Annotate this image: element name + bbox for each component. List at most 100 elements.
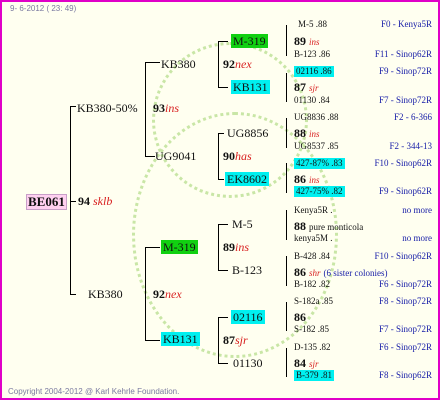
year: 92 xyxy=(223,57,235,71)
dam-id[interactable]: KB380 xyxy=(88,287,123,301)
gen4-race: F8 - Sinop62R xyxy=(378,370,432,380)
gen4-race: F2 - 344-13 xyxy=(389,141,433,151)
dam-dam-id[interactable]: KB131 xyxy=(161,332,200,346)
sire-id[interactable]: KB380-50% xyxy=(77,101,138,115)
sire-dam-sire-id[interactable]: UG8856 xyxy=(227,126,268,140)
tree-line xyxy=(145,156,155,157)
tag: shr xyxy=(309,268,321,278)
tree-line xyxy=(218,317,228,318)
tree-line xyxy=(70,106,76,107)
gen4-animal[interactable]: B-379 .81 xyxy=(294,370,334,381)
gen4-animal[interactable]: UG8537 .85 xyxy=(294,141,339,152)
gen4-animal[interactable]: B-428 .84 xyxy=(294,251,330,262)
tag: has xyxy=(235,149,252,163)
year: 86 xyxy=(294,265,306,279)
tree-line xyxy=(286,256,287,286)
tag: pure monticola xyxy=(309,222,364,232)
gen4-race: F10 - Sinop62R xyxy=(374,158,432,168)
dam-info: 92nex xyxy=(153,287,182,301)
header-date: 9- 6-2012 ( 23: 49) xyxy=(10,4,77,13)
sire-sire-dam-id[interactable]: KB131 xyxy=(231,80,270,94)
gen4-animal[interactable]: kenya5M . xyxy=(294,233,333,244)
dam-dam-sire-id[interactable]: 02116 xyxy=(231,310,265,324)
gen4-race: no more xyxy=(402,205,432,215)
gen4-animal[interactable]: B-123 .86 xyxy=(294,49,330,60)
sire-dam-id[interactable]: UG9041 xyxy=(155,149,196,163)
gen4-animal[interactable]: 01130 .84 xyxy=(294,95,330,106)
year: 89 xyxy=(294,34,306,48)
tag: ins xyxy=(309,37,320,47)
gen4-animal[interactable]: S-182a .85 xyxy=(294,296,333,307)
gen4-race: F9 - Sinop72R xyxy=(378,66,432,76)
gen4-race: F2 - 6-366 xyxy=(394,112,432,122)
tree-line xyxy=(70,106,71,294)
gen4-year: 88 ins xyxy=(294,126,320,140)
root-tag: sklb xyxy=(93,194,113,208)
tag: ins xyxy=(309,175,320,185)
gen4-animal[interactable]: S-182 .85 xyxy=(294,324,329,335)
year: 86 xyxy=(294,310,306,324)
year: 88 xyxy=(294,126,306,140)
gen4-race: F9 - Sinop62R xyxy=(378,186,432,196)
tree-line xyxy=(218,87,228,88)
root-year: 94 xyxy=(78,194,90,208)
gen4-year: 86 ins xyxy=(294,172,320,186)
dam-dam-dam-id[interactable]: 01130 xyxy=(233,356,263,370)
tree-line xyxy=(286,163,287,193)
gen4-year: 86 xyxy=(294,310,306,324)
tag: nex xyxy=(165,287,182,301)
tree-line xyxy=(218,317,219,363)
tree-line xyxy=(218,270,228,271)
year: 86 xyxy=(294,172,306,186)
gen4-race: no more xyxy=(402,233,432,243)
year: 88 xyxy=(294,219,306,233)
gen4-animal[interactable]: 427-75% .82 xyxy=(294,186,345,197)
tree-line xyxy=(218,179,224,180)
tree-line xyxy=(218,224,228,225)
tree-line xyxy=(218,133,224,134)
sire-sire-id[interactable]: KB380 xyxy=(161,57,196,71)
dam-sire-sire-id[interactable]: M-5 xyxy=(232,217,253,231)
tree-line xyxy=(145,62,146,157)
tree-line xyxy=(286,73,287,102)
root-id[interactable]: BE061 xyxy=(26,194,67,210)
root-info: 94 sklb xyxy=(78,194,112,208)
year: 92 xyxy=(153,287,165,301)
year: 84 xyxy=(294,356,306,370)
tree-line xyxy=(70,294,76,295)
sire-year: 93 xyxy=(153,101,165,115)
tag: sjr xyxy=(309,359,319,369)
sire-sire-info: 92nex xyxy=(223,57,252,71)
gen4-animal[interactable]: 427-87% .83 xyxy=(294,158,345,169)
gen4-race: F10 - Sinop62R xyxy=(374,251,432,261)
tree-line xyxy=(70,201,76,202)
dam-sire-dam-id[interactable]: B-123 xyxy=(232,263,262,277)
sire-dam-dam-id[interactable]: EK8602 xyxy=(225,172,269,186)
dam-sire-id[interactable]: M-319 xyxy=(161,240,198,254)
sire-info: 93ins xyxy=(153,101,179,115)
gen4-race: F0 - Kenya5R xyxy=(381,19,432,29)
gen4-year: 88 pure monticola xyxy=(294,219,363,233)
gen4-year: 89 ins xyxy=(294,34,320,48)
gen4-animal[interactable]: M-5 .88 xyxy=(298,19,327,30)
gen4-animal[interactable]: 02116 .86 xyxy=(294,66,334,77)
tag: nex xyxy=(235,57,252,71)
tag: ins xyxy=(309,129,320,139)
gen4-animal[interactable]: Kenya5R . xyxy=(294,205,333,216)
tree-line xyxy=(218,363,228,364)
year: 87 xyxy=(294,80,306,94)
tree-line xyxy=(145,247,146,340)
gen4-animal[interactable]: B-182 .82 xyxy=(294,279,330,290)
tree-line xyxy=(145,62,160,63)
gen4-race: F6 - Sinop72R xyxy=(378,279,432,289)
tree-line xyxy=(218,41,228,42)
tree-line xyxy=(286,210,287,240)
sire-dam-info: 90has xyxy=(223,149,252,163)
sire-tag: ins xyxy=(165,101,180,115)
gen4-animal[interactable]: UG8836 .88 xyxy=(294,112,339,123)
tag: ins xyxy=(235,240,250,254)
gen4-race: F11 - Sinop62R xyxy=(374,49,432,59)
gen4-animal[interactable]: D-135 .82 xyxy=(294,342,331,353)
sire-sire-sire-id[interactable]: M-319 xyxy=(231,34,268,48)
gen4-year: 87 sjr xyxy=(294,80,319,94)
